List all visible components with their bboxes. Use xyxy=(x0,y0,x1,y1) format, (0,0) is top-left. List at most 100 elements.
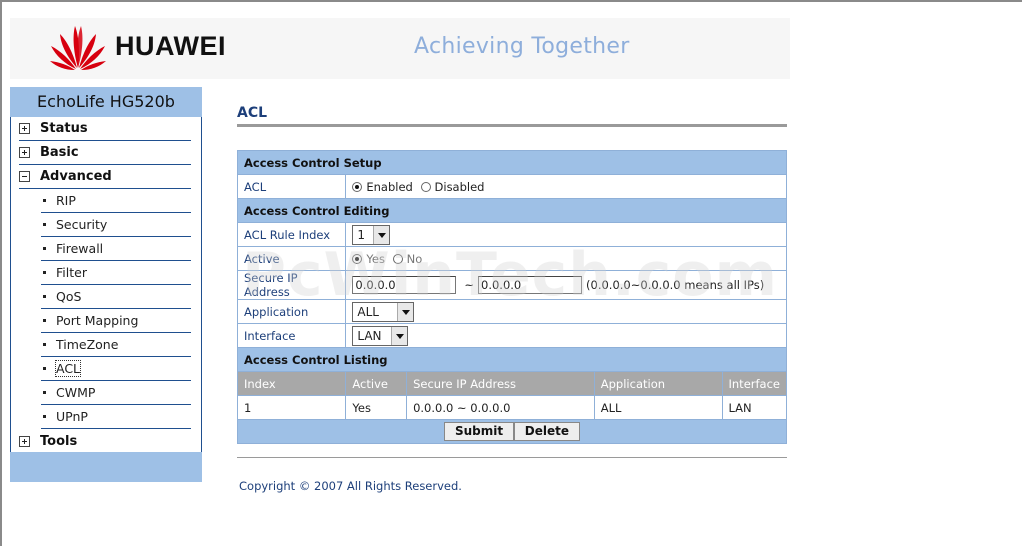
rule-index-cell: 1 xyxy=(345,222,787,247)
sidebar-item-cwmp[interactable]: CWMP xyxy=(41,381,191,405)
ip-hint: (0.0.0.0~0.0.0.0 means all IPs) xyxy=(586,277,765,292)
listing-section-title: Access Control Listing xyxy=(237,347,787,372)
bullet-icon xyxy=(43,223,46,226)
dropdown-arrow-icon xyxy=(391,326,408,345)
sidebar-item-firewall[interactable]: Firewall xyxy=(41,237,191,261)
acl-disabled-label: Disabled xyxy=(434,179,485,194)
rule-index-value: 1 xyxy=(357,227,366,242)
active-no-radio[interactable] xyxy=(392,253,403,264)
editing-section-title: Access Control Editing xyxy=(237,198,787,223)
active-row: Active Yes No xyxy=(236,246,787,271)
acl-label: ACL xyxy=(236,174,347,199)
active-yes-radio[interactable] xyxy=(352,253,363,264)
window-left-border xyxy=(0,0,2,546)
title-divider xyxy=(237,124,787,127)
column-header: Interface xyxy=(721,371,787,396)
interface-select[interactable]: LAN xyxy=(352,325,409,346)
table-cell: ALL xyxy=(593,395,723,420)
sidebar-item-label: Security xyxy=(56,217,108,232)
acl-enabled-radio[interactable] xyxy=(352,181,363,192)
bullet-icon xyxy=(43,415,46,418)
sidebar-item-rip[interactable]: RIP xyxy=(41,189,191,213)
copyright-text: Copyright © 2007 All Rights Reserved. xyxy=(239,479,462,493)
column-header: Index xyxy=(236,371,347,396)
brand-tagline: Achieving Together xyxy=(414,34,630,59)
sidebar-item-label: UPnP xyxy=(56,409,88,424)
expand-icon xyxy=(19,435,30,447)
application-select[interactable]: ALL xyxy=(352,301,415,322)
device-model: EchoLife HG520b xyxy=(10,87,202,117)
sidebar-item-filter[interactable]: Filter xyxy=(41,261,191,285)
bullet-icon xyxy=(43,367,46,370)
table-cell: Yes xyxy=(345,395,408,420)
bullet-icon xyxy=(43,271,46,274)
sidebar-item-label: Port Mapping xyxy=(56,313,139,328)
sidebar-item-timezone[interactable]: TimeZone xyxy=(41,333,191,357)
collapse-icon xyxy=(19,171,30,182)
application-row: Application ALL xyxy=(236,299,787,324)
listing-header-row: Index Active Secure IP Address Applicati… xyxy=(236,371,787,396)
sidebar-item-label: Firewall xyxy=(56,241,104,256)
header-banner: HUAWEI Achieving Together xyxy=(10,18,790,79)
sidebar-item-label: RIP xyxy=(56,193,76,208)
acl-disabled-radio[interactable] xyxy=(420,181,431,192)
rule-index-select[interactable]: 1 xyxy=(352,224,391,245)
table-row[interactable]: 1 Yes 0.0.0.0 ~ 0.0.0.0 ALL LAN xyxy=(236,395,787,420)
table-cell: LAN xyxy=(721,395,787,420)
column-header: Secure IP Address xyxy=(406,371,595,396)
sidebar-item-label: Advanced xyxy=(40,169,112,184)
active-yes-label: Yes xyxy=(366,251,385,266)
sidebar-item-label: Status xyxy=(40,121,88,136)
window-top-border xyxy=(0,0,1022,2)
sidebar-item-status[interactable]: Status xyxy=(19,117,191,141)
bullet-icon xyxy=(43,247,46,250)
sidebar-item-qos[interactable]: QoS xyxy=(41,285,191,309)
delete-button[interactable]: Delete xyxy=(513,422,581,441)
interface-row: Interface LAN xyxy=(236,323,787,348)
acl-row: ACL Enabled Disabled xyxy=(236,174,787,199)
bullet-icon xyxy=(43,319,46,322)
ip-end-input[interactable]: 0.0.0.0 xyxy=(478,276,583,294)
submit-button[interactable]: Submit xyxy=(443,422,515,441)
sidebar-item-tools[interactable]: Tools xyxy=(19,429,191,453)
secure-ip-label: Secure IP Address xyxy=(236,270,347,300)
interface-value: LAN xyxy=(357,328,382,343)
dropdown-arrow-icon xyxy=(397,302,414,321)
expand-icon xyxy=(19,123,30,134)
sidebar-item-label: CWMP xyxy=(56,385,96,400)
column-header: Active xyxy=(345,371,408,396)
interface-label: Interface xyxy=(236,323,347,348)
sidebar-nav: Status Basic Advanced RIP Security Firew… xyxy=(10,117,202,452)
huawei-logo-icon xyxy=(50,26,106,70)
section-header: Access Control Setup xyxy=(237,150,787,175)
application-label: Application xyxy=(236,299,347,324)
rule-index-row: ACL Rule Index 1 xyxy=(236,222,787,247)
section-header: Access Control Listing xyxy=(237,347,787,372)
bullet-icon xyxy=(43,391,46,394)
sidebar-item-basic[interactable]: Basic xyxy=(19,141,191,165)
acl-enabled-label: Enabled xyxy=(366,179,413,194)
button-bar-cell: Submit Delete xyxy=(237,419,787,444)
acl-form-table: Access Control Setup ACL Enabled Disable… xyxy=(236,150,787,444)
sidebar-item-port-mapping[interactable]: Port Mapping xyxy=(41,309,191,333)
sidebar-item-upnp[interactable]: UPnP xyxy=(41,405,191,429)
brand-name: HUAWEI xyxy=(115,31,226,61)
active-label: Active xyxy=(236,246,347,271)
sidebar-item-advanced[interactable]: Advanced xyxy=(19,165,191,189)
column-header: Application xyxy=(593,371,723,396)
sidebar-item-label: Filter xyxy=(56,265,87,280)
sidebar-item-acl[interactable]: ACL xyxy=(41,357,191,381)
sidebar-item-security[interactable]: Security xyxy=(41,213,191,237)
active-options: Yes No xyxy=(345,246,787,271)
sidebar-footer xyxy=(10,452,202,482)
secure-ip-row: Secure IP Address 0.0.0.0 ~0.0.0.0 (0.0.0.… xyxy=(236,270,787,300)
acl-options: Enabled Disabled xyxy=(345,174,787,199)
sidebar-item-label: Basic xyxy=(40,145,79,160)
sidebar-item-label: Tools xyxy=(40,433,78,449)
footer-divider xyxy=(237,457,787,458)
ip-start-input[interactable]: 0.0.0.0 xyxy=(352,276,457,294)
bullet-icon xyxy=(43,343,46,346)
dropdown-arrow-icon xyxy=(373,225,390,244)
table-cell: 0.0.0.0 ~ 0.0.0.0 xyxy=(406,395,595,420)
table-cell: 1 xyxy=(236,395,347,420)
